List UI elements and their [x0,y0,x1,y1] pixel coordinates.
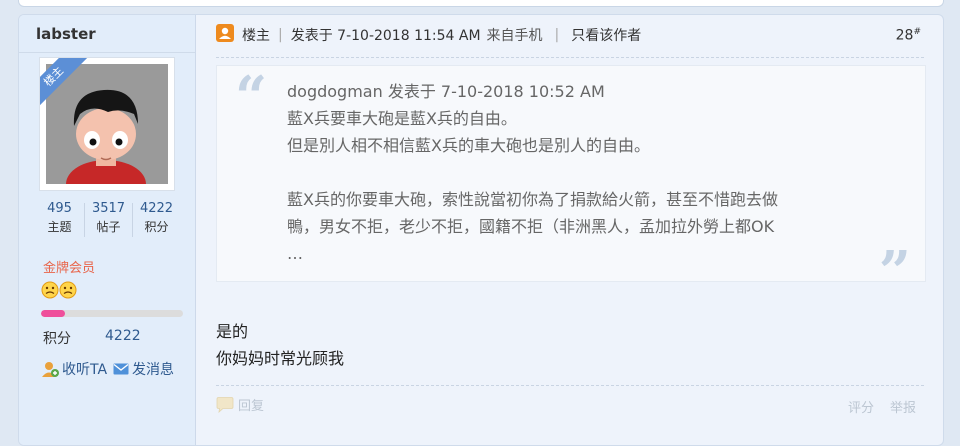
quote-block: “ dogdogman 发表于 7-10-2018 10:52 AM 藍X兵要車… [216,64,926,305]
quote-blank-line [287,159,877,186]
reply-label: 回复 [238,399,265,414]
open-quote-icon: “ [235,64,268,130]
reply-button[interactable]: 回复 [216,395,264,414]
follow-button[interactable]: 收听TA [41,359,107,379]
post-header: 楼主 | 发表于 7-10-2018 11:54 AM 来自手机 | 只看该作者 [216,23,641,47]
floor-value: 28 [895,27,914,44]
floor-number[interactable]: 28# [896,27,921,44]
level-star-icon [59,281,77,303]
reply-icon [216,396,234,413]
reply-line: 你妈妈时常光顾我 [216,349,345,368]
stat-divider [132,203,133,237]
separator: | [278,27,283,43]
follow-icon [42,362,59,377]
quote-ellipsis: … [287,244,303,263]
post-source: 来自手机 [486,28,543,44]
stat-posts[interactable]: 3517 帖子 [86,201,131,235]
stat-value: 4222 [139,201,174,216]
stat-threads[interactable]: 495 主题 [37,201,82,235]
score-value: 4222 [105,328,141,344]
user-stats: 495 主题 3517 帖子 4222 积分 [37,201,179,241]
author-tag-icon [216,24,234,46]
quote-line: 藍X兵的你要車大砲，索性說當初你為了捐款給火箭，甚至不惜跑去做 [287,190,778,209]
floor-mark: # [913,27,921,37]
previous-post-edge [18,0,944,7]
user-info-panel: labster 楼主 495 主题 3517 帖子 4222 积分 金牌会员 积… [19,15,196,445]
quote-line: 鴨，男女不拒，老少不拒，國籍不拒（非洲黑人，孟加拉外勞上都OK [287,217,775,236]
post-time: 发表于 7-10-2018 11:54 AM [290,28,481,44]
username-link[interactable]: labster [36,25,96,43]
divider [19,52,195,53]
only-author-link[interactable]: 只看该作者 [571,25,641,45]
user-level[interactable]: 金牌会员 [43,257,95,276]
reply-line: 是的 [216,322,249,341]
message-button[interactable]: 发消息 [113,359,174,379]
quote-line: 但是別人相不相信藍X兵的車大砲也是別人的自由。 [287,136,650,155]
reply-body: 是的 你妈妈时常光顾我 [216,318,344,372]
message-label: 发消息 [132,362,174,378]
mail-icon [113,363,129,375]
stat-label: 帖子 [96,220,121,234]
stat-divider [84,203,85,237]
close-quote-icon: ” [878,239,911,305]
rate-link[interactable]: 评分 [848,397,874,416]
level-progress-bar [41,310,183,317]
avatar[interactable]: 楼主 [39,57,175,191]
quote-text: dogdogman 发表于 7-10-2018 10:52 AM 藍X兵要車大砲… [287,78,877,267]
stat-label: 主题 [47,220,72,234]
header-divider [216,57,924,59]
forum-post: labster 楼主 495 主题 3517 帖子 4222 积分 金牌会员 积… [18,14,944,446]
level-star-icon [41,281,59,303]
post-content: 楼主 | 发表于 7-10-2018 11:54 AM 来自手机 | 只看该作者… [196,15,943,445]
stat-label: 积分 [144,220,169,234]
quote-line: 藍X兵要車大砲是藍X兵的自由。 [287,109,517,128]
level-progress-fill [41,310,66,317]
separator: | [554,27,560,43]
author-tag: 楼主 [242,28,270,44]
footer-divider [216,385,924,387]
stat-value: 495 [47,201,72,216]
avatar-image [46,64,168,184]
stat-value: 3517 [91,201,126,216]
score-label: 积分 [43,331,71,347]
quote-header: dogdogman 发表于 7-10-2018 10:52 AM [287,82,605,101]
stat-credits[interactable]: 4222 积分 [134,201,179,235]
report-link[interactable]: 举报 [890,397,916,416]
follow-label: 收听TA [62,362,108,378]
